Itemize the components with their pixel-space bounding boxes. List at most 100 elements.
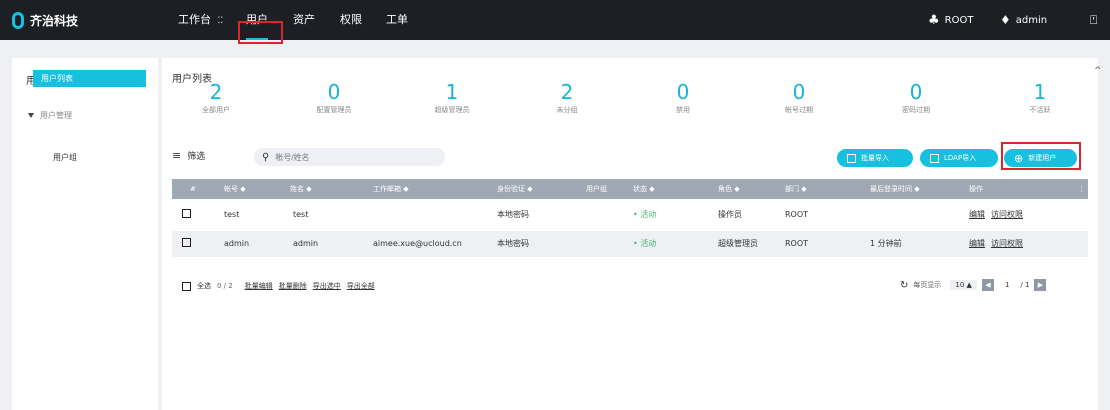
scroll-up-arrow[interactable]: ^ [1094,66,1104,78]
stat-value: 0 [792,80,806,104]
stat-value: 0 [909,80,923,104]
filter-icon: ≡ [172,149,182,162]
nav-workbench[interactable]: 工作台 ⁚⁚ [178,0,223,40]
table-row: test test 本地密码 • 活动 操作员 ROOT 编辑 访问权限 [172,202,1088,228]
sidebar: 用户 用户管理 [12,58,158,410]
export-selected-link[interactable]: 导出选中 [313,281,341,291]
stat-password-expired[interactable]: 0 密码过期 [876,82,956,115]
col-email[interactable]: 工作邮箱 ◆ [373,179,409,199]
batch-import-button[interactable]: 批量导入 [837,149,913,167]
cell-dept: ROOT [785,239,809,248]
import-icon [847,153,856,163]
stat-account-expired[interactable]: 0 帐号过期 [759,82,839,115]
filter-label: 筛选 [187,152,206,162]
stat-label: 配置管理员 [316,106,352,114]
col-status[interactable]: 状态 ◆ [633,179,655,199]
stat-label: 密码过期 [902,106,930,114]
stat-label: 超级管理员 [434,106,470,114]
per-page-select[interactable]: 10 ▲ [950,280,977,290]
access-permission-link[interactable]: 访问权限 [991,231,1023,257]
search-input[interactable] [275,152,426,162]
cell-auth: 本地密码 [497,239,529,248]
stat-ungrouped[interactable]: 2 未分组 [527,82,607,115]
cell-account: admin [224,239,250,248]
nav-permissions[interactable]: 权限 [340,0,362,40]
stat-value: 2 [209,80,223,104]
stat-inactive[interactable]: 1 不活跃 [1000,82,1080,115]
search-icon: ⚲ [262,151,270,163]
grid-icon: ⁚⁚ [217,16,224,26]
org-selector[interactable]: ♣ ROOT [928,0,973,40]
stat-label: 禁用 [676,106,690,114]
stat-value: 0 [676,80,690,104]
caret-up-icon: ▲ [966,281,972,289]
stat-disabled[interactable]: 0 禁用 [643,82,723,115]
cell-status: • 活动 [633,239,657,248]
selected-count: 0 / 2 [217,282,233,290]
col-role[interactable]: 角色 ◆ [718,179,740,199]
access-permission-link[interactable]: 访问权限 [991,202,1023,228]
row-checkbox[interactable] [182,238,191,247]
org-name: ROOT [944,14,974,26]
user-menu[interactable]: ♦ admin [1000,0,1047,40]
select-all-checkbox[interactable] [182,281,191,291]
cell-role: 操作员 [718,210,742,219]
col-account[interactable]: 帐号 ◆ [224,179,246,199]
nav-permissions-label: 权限 [340,13,362,26]
logo-icon [12,11,24,29]
nav-workbench-label: 工作台 [178,13,211,26]
batch-edit-link[interactable]: 批量编辑 [245,281,273,291]
current-page-input[interactable]: 1 [999,281,1015,289]
nav-tickets[interactable]: 工单 [386,0,408,40]
refresh-icon[interactable]: ↻ [900,280,908,291]
diamond-icon: ♦ [1000,13,1011,27]
col-num: # [190,185,196,193]
stat-all-users[interactable]: 2 全部用户 [176,82,256,115]
edit-link[interactable]: 编辑 [969,202,985,228]
ldap-import-button[interactable]: LDAP导入 [920,149,998,167]
per-page-value: 10 [955,281,965,289]
stat-super-admins[interactable]: 1 超级管理员 [412,82,492,115]
sidebar-item-user-group[interactable]: 用户组 [53,152,77,163]
total-pages: / 1 [1020,281,1030,289]
caret-down-icon [28,113,34,118]
stat-value: 0 [327,80,341,104]
column-settings-icon[interactable]: ⋮ [1078,179,1085,199]
select-all-label[interactable]: 全选 [197,281,211,291]
brand-logo[interactable]: 齐治科技 [12,0,78,40]
col-auth[interactable]: 身份验证 ◆ [497,179,533,199]
sidebar-item-user-list[interactable]: 用户列表 [33,70,146,87]
user-name: admin [1015,14,1048,26]
nav-tickets-label: 工单 [386,13,408,26]
top-navigation-bar: 齐治科技 工作台 ⁚⁚ 用户 资产 权限 工单 ♣ ROOT ♦ admin ⍞ [0,0,1110,44]
col-last-login[interactable]: 最后登录时间 ◆ [870,179,920,199]
col-group: 用户组 [586,185,607,193]
prev-page-button[interactable]: ◀ [981,279,994,291]
table-row: admin admin aimee.xue@ucloud.cn 本地密码 • 活… [172,231,1088,257]
col-ops: 操作 [969,185,983,193]
col-name[interactable]: 姓名 ◆ [290,179,312,199]
cell-name: test [293,210,309,219]
highlight-box-users-tab [238,21,283,44]
filter-button[interactable]: ≡ 筛选 [172,149,205,162]
sidebar-group-label: 用户管理 [40,111,72,120]
cell-dept: ROOT [785,210,809,219]
cell-role: 超级管理员 [718,239,758,248]
batch-delete-link[interactable]: 批量删除 [279,281,307,291]
stat-value: 1 [445,80,459,104]
bell-icon: ⍞ [1090,12,1098,27]
stat-config-admins[interactable]: 0 配置管理员 [294,82,374,115]
export-all-link[interactable]: 导出全部 [347,281,375,291]
main-panel: 用户列表 2 全部用户 0 配置管理员 1 超级管理员 2 未分组 0 禁用 0 帐号过期 … [162,58,1098,410]
nav-assets[interactable]: 资产 [293,0,315,40]
sidebar-group-user-management[interactable]: 用户管理 [28,110,72,121]
row-checkbox[interactable] [182,209,191,218]
next-page-button[interactable]: ▶ [1034,279,1047,291]
stat-value: 1 [1033,80,1047,104]
edit-link[interactable]: 编辑 [969,231,985,257]
cell-name: admin [293,239,319,248]
notification-icon[interactable]: ⍞ [1090,0,1097,40]
col-dept[interactable]: 部门 ◆ [785,179,807,199]
stat-label: 全部用户 [202,106,230,114]
stat-label: 未分组 [556,106,578,114]
